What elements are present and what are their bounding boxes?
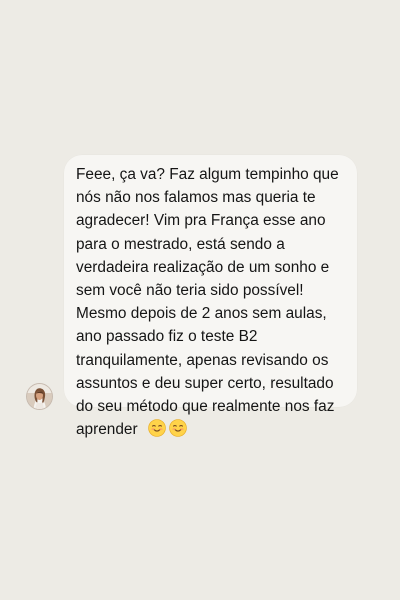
smiling-face-emoji (169, 419, 187, 438)
message-line-8: ano passado fiz o teste B2 (76, 328, 258, 346)
profile-avatar[interactable] (26, 383, 53, 410)
message-line-7: Mesmo depois de 2 anos sem aulas, (76, 305, 327, 323)
chat-conversation: Feee, ça va? Faz algum tempinho que nós … (0, 0, 400, 600)
profile-avatar-icon (27, 384, 52, 409)
message-line-9: tranquilamente, apenas revisando os (76, 351, 329, 369)
received-message-bubble[interactable]: Feee, ça va? Faz algum tempinho que nós … (64, 155, 357, 438)
smiling-face-emoji (148, 419, 166, 438)
message-line-4: para o mestrado, está sendo a (76, 235, 285, 253)
message-last-line: aprender (76, 418, 347, 441)
message-line-5: verdadeira realização de um sonho e (76, 258, 330, 276)
message-line-10: assuntos e deu super certo, resultado (76, 374, 334, 392)
message-line-6: sem você não teria sido possível! (76, 282, 304, 300)
message-line-1: Feee, ça va? Faz algum tempinho que (76, 166, 339, 183)
message-line-3: agradecer! Vim pra França esse ano (76, 212, 326, 230)
emoji-group (148, 419, 187, 438)
message-line-12: aprender (76, 421, 138, 439)
message-line-2: nós não nos falamos mas queria te (76, 189, 316, 207)
message-line-11: do seu método que realmente nos faz (76, 398, 335, 416)
